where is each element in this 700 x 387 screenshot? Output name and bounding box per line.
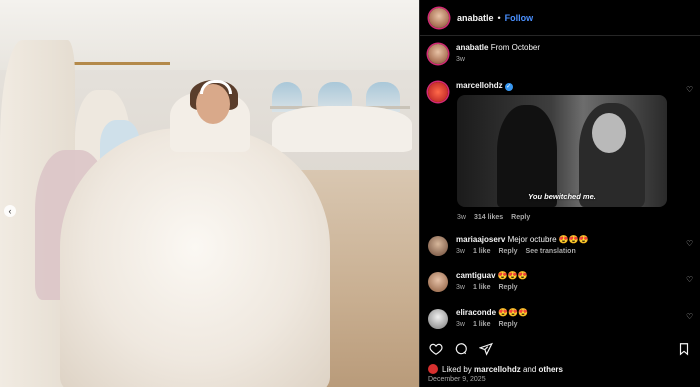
reply-button[interactable]: Reply (498, 321, 517, 328)
post-date[interactable]: December 9, 2025 (428, 376, 486, 383)
comment-text: Mejor octubre 😍😍😍 (507, 235, 589, 244)
gif-face (592, 113, 626, 153)
heart-icon[interactable]: ♡ (686, 239, 693, 248)
liked-by-and: and (522, 364, 537, 374)
see-translation-link[interactable]: See translation (526, 248, 576, 255)
verified-badge-icon: ✓ (504, 83, 513, 91)
reply-button[interactable]: Reply (498, 248, 517, 255)
comment-time[interactable]: 3w (457, 214, 466, 221)
comment: camtiguav 😍😍😍 3w 1 like Reply (428, 270, 528, 292)
comment-icon (455, 343, 467, 355)
bookmark-icon (679, 343, 689, 356)
avatar[interactable] (428, 82, 448, 102)
reply-button[interactable]: Reply (511, 214, 530, 221)
ballgown (60, 128, 330, 387)
comment-likes[interactable]: 314 likes (474, 214, 503, 221)
post-caption: anabatle From October 3w (428, 42, 540, 64)
follow-button[interactable]: Follow (505, 13, 534, 23)
avatar[interactable] (428, 236, 448, 256)
header-username[interactable]: anabatle (457, 13, 494, 23)
avatar[interactable] (428, 272, 448, 292)
comment-text: 😍😍😍 (497, 271, 528, 280)
gif-comment[interactable]: You bewitched me. (457, 95, 667, 207)
avatar[interactable] (428, 309, 448, 329)
comment-time[interactable]: 3w (456, 248, 465, 255)
liked-by-prefix: Liked by (442, 364, 472, 374)
comment-meta: 3w 314 likes Reply (457, 214, 530, 221)
avatar[interactable] (429, 7, 449, 28)
heart-icon[interactable]: ♡ (686, 275, 693, 284)
separator-dot: • (497, 12, 501, 23)
share-button[interactable] (478, 341, 494, 357)
caption-username[interactable]: anabatle (456, 43, 488, 52)
comment-likes[interactable]: 1 like (473, 321, 491, 328)
comment-button[interactable] (453, 341, 469, 357)
liked-by: Liked by marcellohdz and others (428, 364, 563, 374)
caption-time[interactable]: 3w (456, 56, 465, 63)
post-photo: ‹ (0, 0, 419, 387)
heart-icon (429, 343, 443, 355)
avatar[interactable] (428, 364, 438, 374)
gowns-on-rack (272, 106, 412, 152)
heart-icon[interactable]: ♡ (686, 312, 693, 321)
caption-text: From October (490, 43, 541, 52)
avatar[interactable] (428, 44, 448, 64)
comment-likes[interactable]: 1 like (473, 284, 491, 291)
heart-icon[interactable]: ♡ (686, 85, 693, 94)
like-button[interactable] (428, 341, 444, 357)
liked-by-others[interactable]: others (539, 365, 563, 374)
comment-username[interactable]: mariaajoserv (456, 235, 505, 244)
send-icon (479, 342, 493, 356)
post-actions (428, 340, 692, 358)
save-button[interactable] (676, 341, 692, 357)
comment-time[interactable]: 3w (456, 321, 465, 328)
post-header: anabatle • Follow (420, 0, 700, 36)
gif-caption: You bewitched me. (528, 192, 596, 201)
reply-button[interactable]: Reply (498, 284, 517, 291)
clothing-rack (60, 62, 170, 65)
chevron-left-icon[interactable]: ‹ (4, 205, 16, 217)
liked-by-user[interactable]: marcellohdz (474, 365, 521, 374)
comment-username[interactable]: marcellohdz (456, 81, 503, 90)
comment-likes[interactable]: 1 like (473, 248, 491, 255)
comment-username[interactable]: camtiguav (456, 271, 496, 280)
comment: mariaajoserv Mejor octubre 😍😍😍 3w 1 like… (428, 234, 589, 256)
comment-text: 😍😍😍 (498, 308, 529, 317)
comment: eliraconde 😍😍😍 3w 1 like Reply (428, 307, 528, 329)
comment-username[interactable]: eliraconde (456, 308, 496, 317)
comment-time[interactable]: 3w (456, 284, 465, 291)
